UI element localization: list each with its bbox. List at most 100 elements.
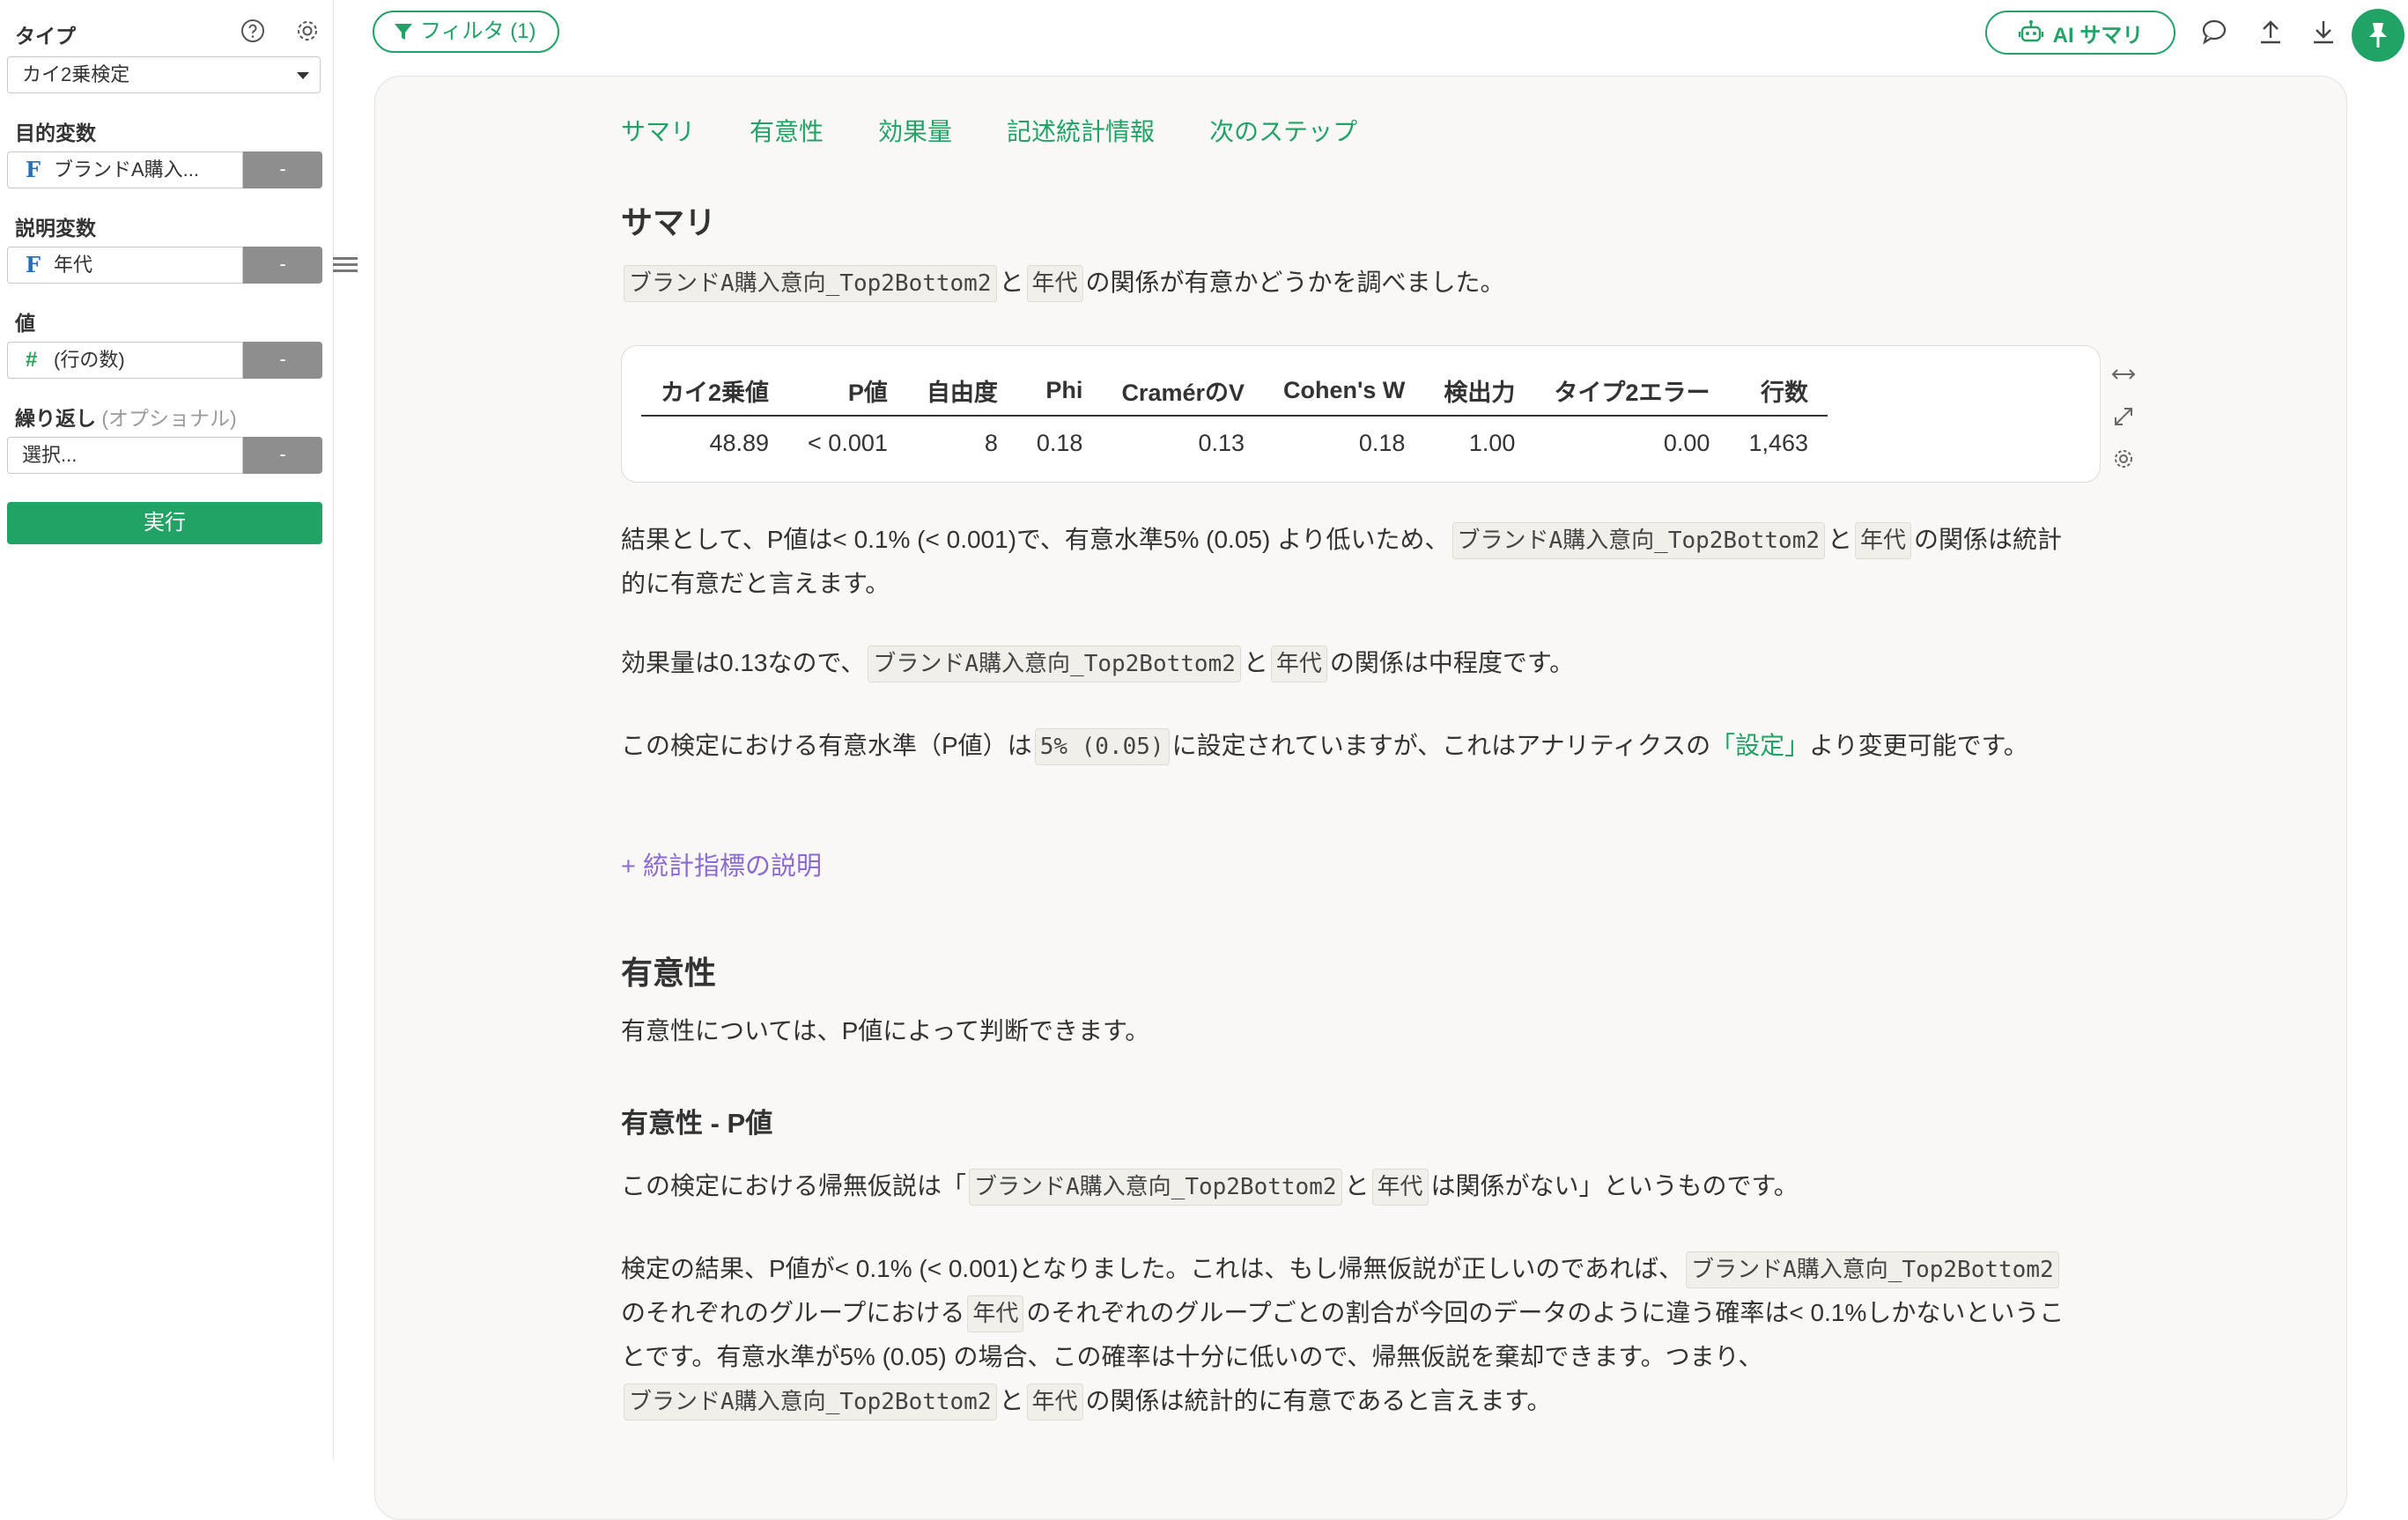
sidebar: タイプ カイ2乗検定 目的変数 F ブランドA購入... - 説明変数 F 年代… — [0, 0, 334, 1460]
target-variable-chip: ブランドA購入意向_Top2Bottom2 — [624, 265, 997, 302]
sig-level-text-a: この検定における有意水準（P値）は — [621, 732, 1032, 759]
target-variable-value: ブランドA購入... — [54, 159, 200, 181]
type-select[interactable]: カイ2乗検定 — [7, 56, 321, 93]
target-variable-field[interactable]: F ブランドA購入... — [7, 151, 243, 188]
table-cell: 8 — [984, 429, 998, 456]
result-text-a: 結果として、P値は< 0.1% (< 0.001)で、有意水準5% (0.05)… — [621, 526, 1450, 553]
table-cell: 0.18 — [1036, 429, 1083, 456]
target-variable-label: 目的変数 — [15, 122, 96, 144]
null-hypothesis-paragraph: この検定における帰無仮説は「 ブランドA購入意向_Top2Bottom2 と年代 は関… — [621, 1164, 2083, 1208]
table-header: 検出力 — [1424, 365, 1535, 417]
p-value-heading: 有意性 - P値 — [621, 1108, 773, 1139]
summary-intro: ブランドA購入意向_Top2Bottom2 と年代 の関係が有意かどうかを調べました… — [621, 261, 2083, 305]
tab-effect-size[interactable]: 効果量 — [878, 113, 952, 148]
filter-label: フィルタ (1) — [420, 19, 536, 43]
explanatory-variable-remove-button[interactable]: - — [243, 247, 322, 284]
table-cell: 0.00 — [1663, 429, 1710, 456]
type-select-value: カイ2乗検定 — [22, 63, 130, 85]
factor-type-icon: F — [26, 157, 41, 182]
tab-significance[interactable]: 有意性 — [750, 113, 824, 148]
settings-link[interactable]: 「設定」 — [1710, 732, 1809, 759]
help-circle-icon[interactable] — [240, 18, 266, 44]
gear-icon[interactable] — [2109, 444, 2138, 474]
target-variable-row: F ブランドA購入... - — [7, 151, 322, 188]
type-label: タイプ — [15, 25, 76, 48]
table-cell: < 0.001 — [808, 429, 888, 456]
sig-level-text-b: に設定されていますが、これはアナリティクスの — [1171, 732, 1711, 759]
upload-icon[interactable] — [2255, 16, 2286, 48]
test-result-d: の関係は統計的に有意であると言えます。 — [1085, 1387, 1552, 1414]
and-text: と — [999, 1387, 1024, 1414]
null-text-b: は関係がない」というものです。 — [1430, 1172, 1799, 1199]
significance-level-chip: 5% (0.05) — [1034, 728, 1170, 765]
repeat-optional-text: (オプショナル) — [101, 407, 237, 430]
pin-icon[interactable] — [2352, 9, 2404, 62]
stats-explanation-toggle[interactable]: + 統計指標の説明 — [621, 845, 822, 882]
ai-summary-button[interactable]: AI サマリ — [1985, 11, 2175, 55]
group-variable-chip: 年代 — [1026, 265, 1083, 302]
tab-summary[interactable]: サマリ — [621, 113, 695, 148]
sig-level-text-c: より変更可能です。 — [1809, 732, 2028, 759]
target-variable-chip: ブランドA購入意向_Top2Bottom2 — [969, 1169, 1342, 1206]
target-variable-chip: ブランドA購入意向_Top2Bottom2 — [868, 646, 1241, 683]
download-icon[interactable] — [2308, 16, 2339, 48]
null-text-a: この検定における帰無仮説は「 — [621, 1172, 967, 1199]
group-variable-chip: 年代 — [1026, 1383, 1083, 1420]
section-tabs: サマリ 有意性 効果量 記述統計情報 次のステップ — [621, 113, 1357, 148]
explanatory-variable-value: 年代 — [54, 254, 93, 276]
value-field[interactable]: # (行の数) — [7, 342, 243, 379]
target-variable-chip: ブランドA購入意向_Top2Bottom2 — [1686, 1251, 2059, 1288]
table-header: Phi — [1016, 365, 1103, 417]
and-text: と — [1344, 1172, 1370, 1199]
group-variable-chip: 年代 — [967, 1295, 1024, 1332]
table-header: CramérのV — [1102, 365, 1264, 417]
group-variable-chip: 年代 — [1371, 1169, 1429, 1206]
factor-type-icon: F — [26, 252, 41, 277]
filter-icon — [395, 24, 412, 40]
test-result-paragraph: 検定の結果、P値が< 0.1% (< 0.001)となりました。これは、もし帰無… — [621, 1247, 2083, 1423]
target-variable-remove-button[interactable]: - — [243, 151, 322, 188]
gear-icon[interactable] — [294, 18, 321, 44]
stats-table: カイ2乗値 P値 自由度 Phi CramérのV Cohen's W 検出力 … — [641, 365, 1828, 469]
result-paragraph: 結果として、P値は< 0.1% (< 0.001)で、有意水準5% (0.05)… — [621, 518, 2083, 606]
table-cell: 1,463 — [1748, 429, 1809, 456]
value-label: 値 — [15, 312, 35, 335]
table-cell: 0.13 — [1198, 429, 1245, 456]
repeat-select[interactable]: 選択... — [7, 437, 243, 474]
table-header: タイプ2エラー — [1534, 365, 1730, 417]
comment-icon[interactable] — [2198, 16, 2230, 48]
value-remove-button[interactable]: - — [243, 342, 322, 379]
ai-summary-label: AI サマリ — [2052, 23, 2144, 48]
table-cell: 0.18 — [1358, 429, 1406, 456]
significance-intro: 有意性については、P値によって判断できます。 — [621, 1017, 1150, 1044]
target-variable-chip: ブランドA購入意向_Top2Bottom2 — [1451, 522, 1826, 559]
hamburger-icon[interactable] — [333, 254, 358, 278]
horizontal-resize-icon[interactable] — [2109, 359, 2138, 389]
tab-descriptive-stats[interactable]: 記述統計情報 — [1007, 113, 1155, 148]
table-header: 行数 — [1729, 365, 1828, 417]
filter-button[interactable]: フィルタ (1) — [373, 11, 559, 53]
group-variable-chip: 年代 — [1270, 646, 1327, 683]
test-result-a: 検定の結果、P値が< 0.1% (< 0.001)となりました。これは、もし帰無… — [621, 1255, 1684, 1282]
and-text: と — [1828, 526, 1853, 553]
effect-paragraph: 効果量は0.13なので、 ブランドA購入意向_Top2Bottom2 と年代 の関係は… — [621, 641, 2083, 685]
tab-next-steps[interactable]: 次のステップ — [1209, 113, 1357, 148]
table-row: 48.89 < 0.001 8 0.18 0.13 0.18 1.00 0.00… — [641, 416, 1828, 469]
expand-icon[interactable] — [2109, 402, 2138, 432]
test-result-b: のそれぞれのグループにおける — [621, 1299, 965, 1326]
summary-intro-tail: の関係が有意かどうかを調べました。 — [1085, 269, 1505, 296]
stats-table-container: カイ2乗値 P値 自由度 Phi CramérのV Cohen's W 検出力 … — [621, 345, 2101, 483]
and-text: と — [1243, 649, 1268, 676]
target-variable-chip: ブランドA購入意向_Top2Bottom2 — [624, 1383, 997, 1420]
explanatory-variable-label: 説明変数 — [15, 217, 96, 240]
stats-table-header-row: カイ2乗値 P値 自由度 Phi CramérのV Cohen's W 検出力 … — [641, 365, 1828, 417]
effect-text-b: の関係は中程度です。 — [1329, 649, 1575, 676]
explanatory-variable-row: F 年代 - — [7, 247, 322, 284]
effect-text-a: 効果量は0.13なので、 — [621, 649, 866, 676]
significance-heading: 有意性 — [621, 955, 717, 991]
repeat-remove-button[interactable]: - — [243, 437, 322, 474]
explanatory-variable-field[interactable]: F 年代 — [7, 247, 243, 284]
value-field-value: (行の数) — [54, 349, 125, 371]
numeric-type-icon: # — [26, 348, 38, 372]
run-button[interactable]: 実行 — [7, 502, 322, 544]
